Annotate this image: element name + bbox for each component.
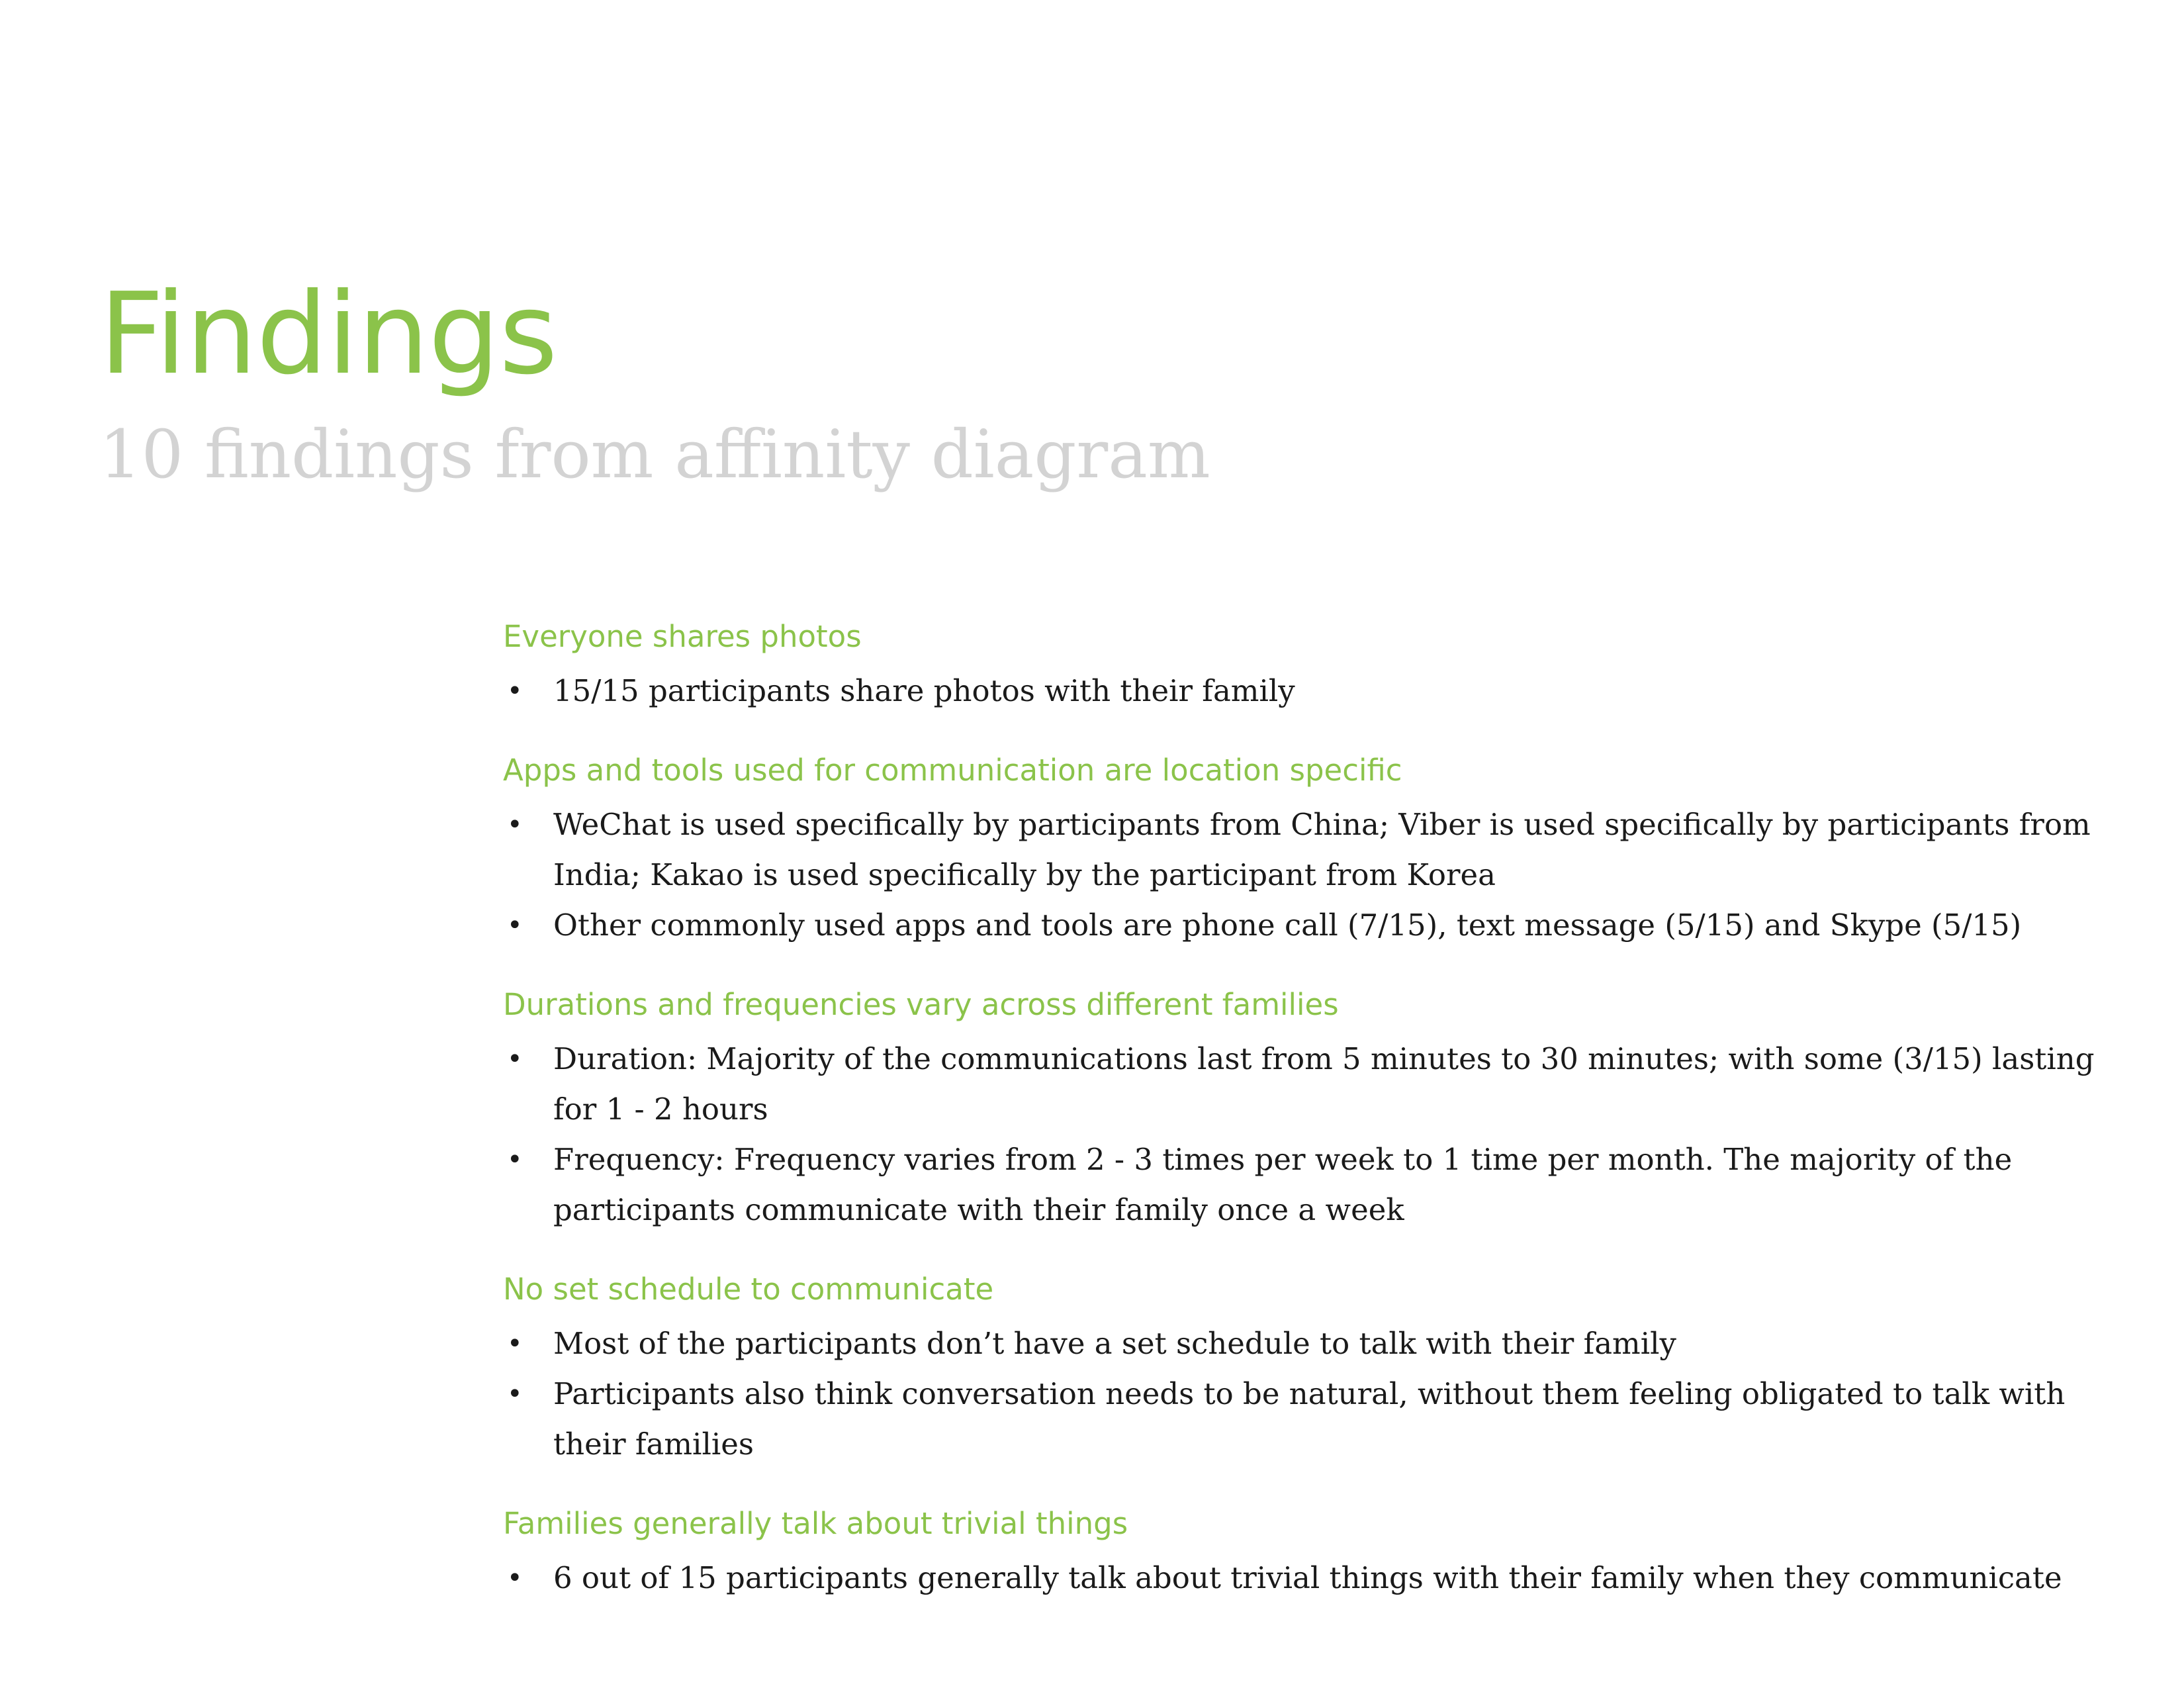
- findings-list: Everyone shares photos • 15/15 participa…: [503, 617, 2105, 1638]
- finding-heading: Durations and frequencies vary across di…: [503, 987, 1339, 1022]
- list-item-text: Duration: Majority of the communications…: [553, 1041, 2095, 1127]
- list-item: • Most of the participants don’t have a …: [503, 1319, 2105, 1369]
- list-item: • Duration: Majority of the communicatio…: [503, 1034, 2105, 1135]
- bullet-dot-icon: •: [507, 1563, 523, 1593]
- list-item: • WeChat is used specifically by partici…: [503, 800, 2105, 900]
- bullet-dot-icon: •: [507, 810, 523, 840]
- finding-section: Everyone shares photos • 15/15 participa…: [503, 617, 2105, 716]
- list-item: • Other commonly used apps and tools are…: [503, 900, 2105, 951]
- list-item-text: Other commonly used apps and tools are p…: [553, 908, 2022, 943]
- list-item: • 15/15 participants share photos with t…: [503, 666, 2105, 716]
- list-item: • Participants also think conversation n…: [503, 1369, 2105, 1470]
- finding-heading: No set schedule to communicate: [503, 1272, 994, 1307]
- finding-heading: Apps and tools used for communication ar…: [503, 753, 1402, 788]
- list-item-text: Participants also think conversation nee…: [553, 1376, 2066, 1462]
- page-subtitle: 10 findings from affinity diagram: [99, 416, 1210, 493]
- finding-heading: Families generally talk about trivial th…: [503, 1506, 1128, 1541]
- finding-bullets: • Most of the participants don’t have a …: [503, 1319, 2105, 1470]
- finding-bullets: • Duration: Majority of the communicatio…: [503, 1034, 2105, 1235]
- list-item: • Frequency: Frequency varies from 2 - 3…: [503, 1135, 2105, 1235]
- finding-section: Families generally talk about trivial th…: [503, 1504, 2105, 1603]
- finding-section: Apps and tools used for communication ar…: [503, 751, 2105, 951]
- page-title: Findings: [99, 269, 558, 400]
- finding-heading: Everyone shares photos: [503, 619, 862, 654]
- bullet-dot-icon: •: [507, 1329, 523, 1359]
- slide-page: Findings 10 findings from affinity diagr…: [0, 0, 2184, 1688]
- bullet-dot-icon: •: [507, 1044, 523, 1074]
- finding-bullets: • WeChat is used specifically by partici…: [503, 800, 2105, 951]
- finding-section: No set schedule to communicate • Most of…: [503, 1270, 2105, 1470]
- list-item-text: Frequency: Frequency varies from 2 - 3 t…: [553, 1142, 2013, 1227]
- finding-section: Durations and frequencies vary across di…: [503, 985, 2105, 1235]
- bullet-dot-icon: •: [507, 1145, 523, 1175]
- list-item-text: 15/15 participants share photos with the…: [553, 673, 1295, 708]
- bullet-dot-icon: •: [507, 676, 523, 706]
- list-item: • 6 out of 15 participants generally tal…: [503, 1553, 2105, 1603]
- list-item-text: Most of the participants don’t have a se…: [553, 1326, 1676, 1361]
- bullet-dot-icon: •: [507, 1379, 523, 1409]
- bullet-dot-icon: •: [507, 910, 523, 941]
- finding-bullets: • 15/15 participants share photos with t…: [503, 666, 2105, 716]
- list-item-text: WeChat is used specifically by participa…: [553, 807, 2091, 892]
- finding-bullets: • 6 out of 15 participants generally tal…: [503, 1553, 2105, 1603]
- list-item-text: 6 out of 15 participants generally talk …: [553, 1560, 2062, 1595]
